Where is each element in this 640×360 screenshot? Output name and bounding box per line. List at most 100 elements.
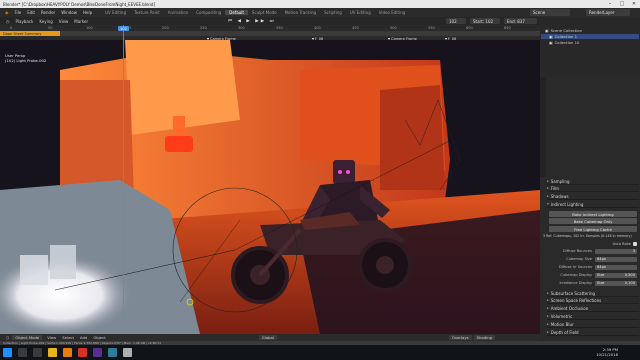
- window-title: Blender* [C:\Dropbox\HEAVYPOLY Demos\Bik…: [3, 1, 156, 7]
- overlays-dropdown[interactable]: Overlays: [448, 335, 472, 340]
- marker-menu[interactable]: Marker: [71, 19, 91, 24]
- field-value[interactable]: 64px: [595, 256, 637, 262]
- blender-app-icon[interactable]: [63, 348, 72, 357]
- section-film[interactable]: ▸ Film: [547, 185, 639, 192]
- view-layer-selector[interactable]: RenderLayer: [586, 9, 630, 16]
- blender-logo-icon[interactable]: ◉: [2, 10, 12, 15]
- end-value: 837: [517, 18, 525, 24]
- outliner-row[interactable]: ▣ Scene Collection: [545, 28, 582, 33]
- workspace-tab[interactable]: Motion Tracking: [281, 10, 320, 15]
- field-cubemap-size[interactable]: Cubemap Size 64px: [549, 256, 637, 262]
- workspace-tab[interactable]: Animation: [164, 10, 192, 15]
- clock-date: 10/21/2018: [596, 352, 618, 357]
- section-label: Film: [550, 185, 559, 191]
- field-label: Diffuse Bounces: [562, 249, 592, 253]
- section-ambient-occlusion[interactable]: ▸ Ambient Occlusion: [547, 305, 639, 312]
- field-cubemap-display[interactable]: Cubemap Display Size 0.300: [549, 272, 637, 278]
- add-menu-button[interactable]: Add: [77, 335, 90, 340]
- outliner-row-label: Scene Collection: [550, 28, 583, 33]
- section-screen-space-reflections[interactable]: ▸ Screen Space Reflections: [547, 297, 639, 304]
- section-depth-of-field[interactable]: ▸ Depth of Field: [547, 329, 639, 336]
- playhead-indicator[interactable]: 102: [118, 26, 129, 31]
- bake-indirect-lighting-button[interactable]: Bake Indirect Lighting: [549, 211, 637, 217]
- field-value[interactable]: Size 0.300: [595, 272, 637, 278]
- field-diffuse-bounces[interactable]: Diffuse Bounces 3: [549, 248, 637, 254]
- 3d-viewport[interactable]: [0, 40, 540, 334]
- start-icon[interactable]: [3, 348, 12, 357]
- end-frame-field[interactable]: End: 837: [504, 18, 537, 24]
- menu-edit[interactable]: Edit: [24, 10, 38, 15]
- collection-icon: ▣: [549, 40, 553, 45]
- properties-tab-strip[interactable]: [540, 77, 546, 177]
- section-label: Sampling: [550, 178, 570, 184]
- workspace-tab[interactable]: Compositing: [192, 10, 225, 15]
- search-icon[interactable]: [18, 348, 27, 357]
- section-volumetric[interactable]: ▸ Volumetric: [547, 313, 639, 320]
- bake-cubemap-only-button[interactable]: Bake Cubemap Only: [549, 218, 637, 224]
- dope-sheet-summary-row[interactable]: [0, 31, 540, 36]
- file-explorer-icon[interactable]: [48, 348, 57, 357]
- chevron-down-icon: ▾: [547, 202, 549, 206]
- field-diffuse-irr-sources[interactable]: Diffuse Irr Sources 64px: [549, 264, 637, 270]
- view-menu[interactable]: View: [56, 19, 72, 24]
- outliner-panel[interactable]: [540, 17, 640, 77]
- playback-menu[interactable]: Playback: [13, 19, 37, 24]
- ruler-tick-label: 350: [276, 26, 283, 30]
- section-label: Screen Space Reflections: [550, 297, 602, 303]
- auto-bake-label: Auto Bake: [612, 242, 631, 246]
- keying-menu[interactable]: Keying: [36, 19, 55, 24]
- transform-orientation-dropdown[interactable]: Global: [258, 335, 277, 340]
- workspace-tab[interactable]: Texture Paint: [130, 10, 164, 15]
- viewport-header-bar: ⬡ Object Mode View Select Add Object Glo…: [0, 334, 540, 341]
- editor-type-icon[interactable]: ⬡: [3, 335, 12, 340]
- field-label: Diffuse Irr Sources: [558, 265, 592, 269]
- view-menu-button[interactable]: View: [44, 335, 59, 340]
- start-frame-field[interactable]: Start: 102: [470, 18, 500, 24]
- field-irradiance-display[interactable]: Irradiance Display Size 0.100: [549, 280, 637, 286]
- workspace-tab[interactable]: Sculpt Mode: [248, 10, 281, 15]
- workspace-tab-active[interactable]: Default: [225, 10, 248, 15]
- outliner-row-selected[interactable]: ▣ Collection 1: [541, 34, 639, 39]
- section-label: Volumetric: [550, 313, 573, 319]
- workspace-tab[interactable]: Video Editing: [375, 10, 409, 15]
- section-motion-blur[interactable]: ▸ Motion Blur: [547, 321, 639, 328]
- outliner-row[interactable]: ▣ Collection 10: [549, 40, 579, 45]
- app-icon[interactable]: [123, 348, 132, 357]
- menu-help[interactable]: Help: [80, 10, 95, 15]
- timeline-editor-icon[interactable]: ◷: [3, 19, 13, 24]
- free-lighting-cache-button[interactable]: Free Lighting Cache: [549, 226, 637, 232]
- workspace-tab[interactable]: UV Editing: [346, 10, 375, 15]
- field-label: Irradiance Display: [559, 281, 593, 285]
- chrome-icon[interactable]: [78, 348, 87, 357]
- menu-window[interactable]: Window: [58, 10, 80, 15]
- object-mode-dropdown[interactable]: Object Mode: [12, 335, 43, 340]
- system-clock[interactable]: 2:39 PM 10/21/2018: [596, 347, 618, 357]
- select-menu-button[interactable]: Select: [59, 335, 77, 340]
- field-value[interactable]: 64px: [595, 264, 637, 270]
- task-view-icon[interactable]: [33, 348, 42, 357]
- workspace-tab[interactable]: Scripting: [320, 10, 346, 15]
- object-menu-button[interactable]: Object: [90, 335, 108, 340]
- auto-bake-checkbox[interactable]: [633, 242, 637, 246]
- title-bar: Blender* [C:\Dropbox\HEAVYPOLY Demos\Bik…: [0, 0, 640, 8]
- close-button[interactable]: ✕: [628, 0, 640, 8]
- menu-file[interactable]: File: [12, 10, 25, 15]
- menu-render[interactable]: Render: [38, 10, 58, 15]
- current-frame-field[interactable]: 102: [446, 18, 466, 24]
- start-label: Start:: [473, 18, 485, 24]
- auto-bake-row[interactable]: Auto Bake: [549, 241, 637, 247]
- app-icon[interactable]: [93, 348, 102, 357]
- workspace-tab[interactable]: UV Editing: [101, 10, 130, 15]
- field-value[interactable]: 3: [595, 248, 637, 254]
- section-indirect-lighting[interactable]: ▾ Indirect Lighting: [547, 201, 639, 208]
- field-value[interactable]: Size 0.100: [595, 280, 637, 286]
- app-icon[interactable]: [108, 348, 117, 357]
- scene-selector[interactable]: Scene: [530, 9, 570, 16]
- section-shadows[interactable]: ▸ Shadows: [547, 193, 639, 200]
- section-sampling[interactable]: ▸ Sampling: [547, 178, 639, 185]
- maximize-button[interactable]: □: [616, 0, 628, 8]
- playback-controls[interactable]: ⏮ ◀ ▶ ▶▶ ⏭: [228, 18, 276, 24]
- shading-dropdown[interactable]: Shading: [473, 335, 496, 340]
- minimize-button[interactable]: –: [604, 0, 616, 8]
- section-subsurface-scattering[interactable]: ▸ Subsurface Scattering: [547, 290, 639, 297]
